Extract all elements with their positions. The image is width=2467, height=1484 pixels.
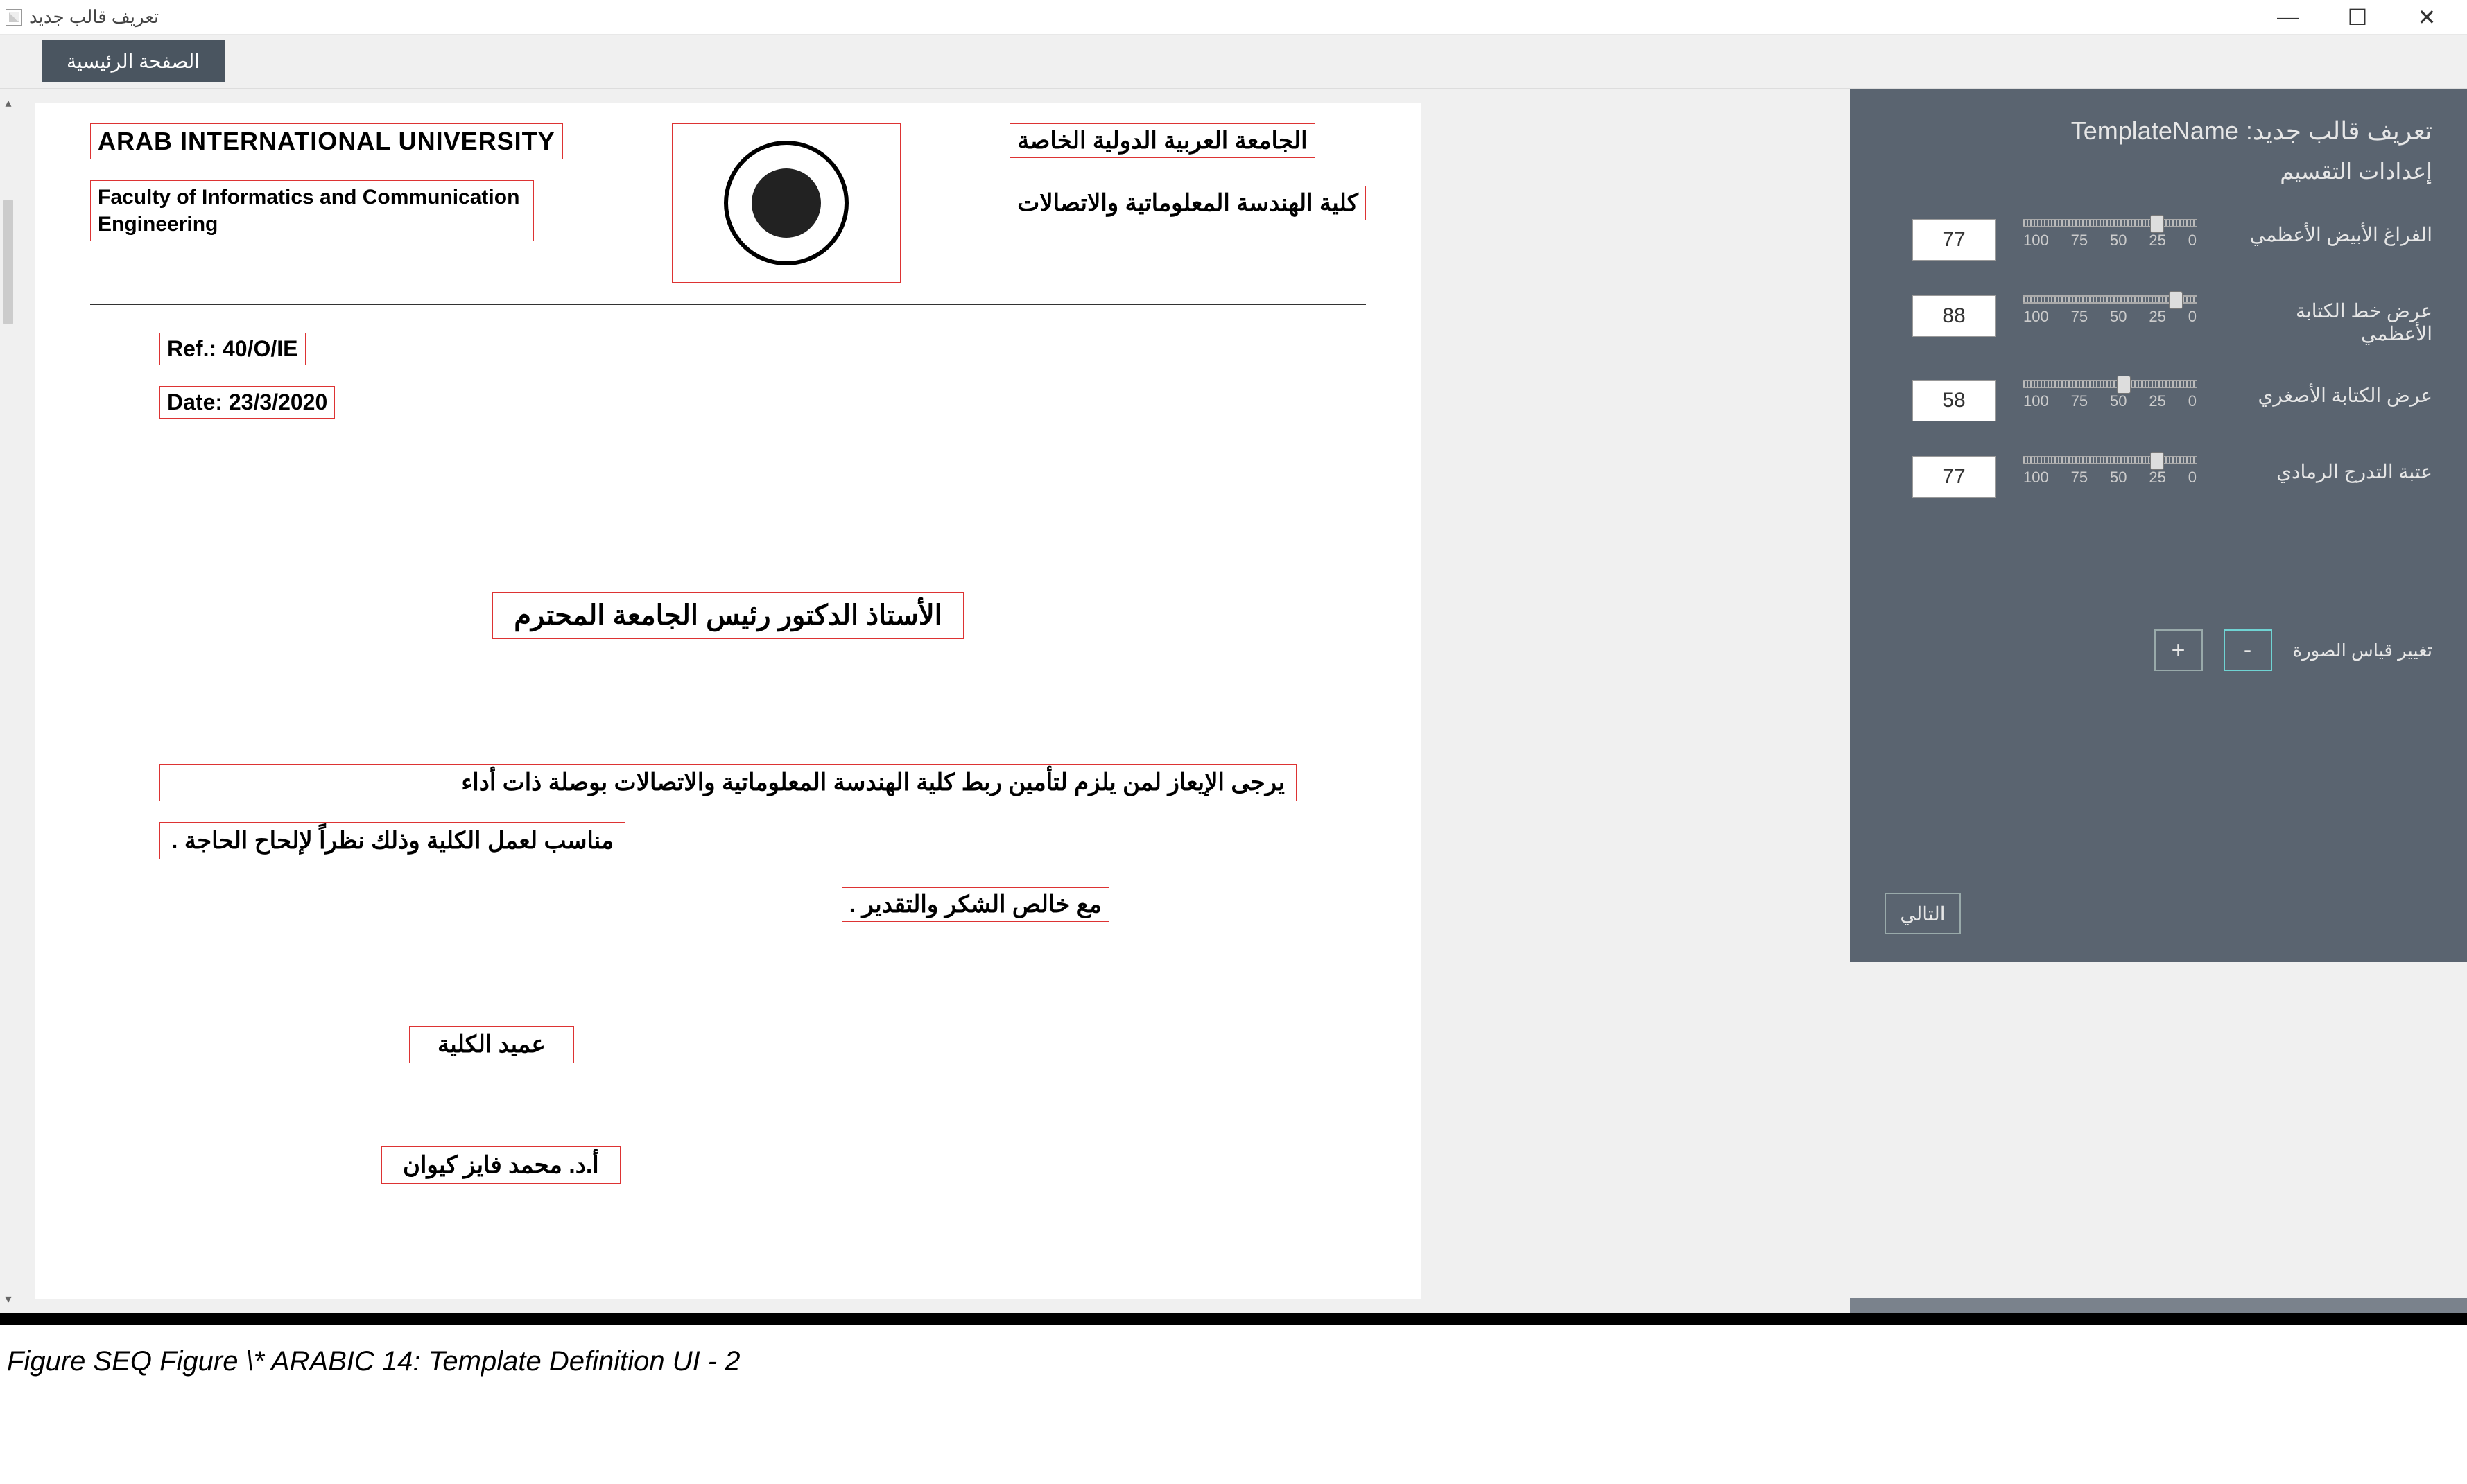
slider-label: عرض خط الكتابة الأعظمي (2224, 295, 2432, 345)
slider-row-max-whitespace: الفراغ الأبيض الأعظمي 0 25 50 75 100 77 (1885, 219, 2432, 261)
signer-name: أ.د. محمد فايز كيوان (381, 1146, 621, 1184)
vertical-scrollbar[interactable]: ▴ ▾ (1, 96, 15, 1306)
titlebar: تعريف قالب جديد — ☐ ✕ (0, 0, 2467, 35)
university-logo-icon (724, 141, 849, 265)
slider-value-input[interactable]: 88 (1912, 295, 1996, 337)
spacer-column (1441, 89, 1850, 1313)
close-button[interactable]: ✕ (2406, 3, 2448, 31)
date-field: Date: 23/3/2020 (159, 386, 335, 419)
slider-thumb[interactable] (2150, 215, 2164, 233)
slider-row-gray-threshold: عتبة التدرج الرمادي 0 25 50 75 100 77 (1885, 456, 2432, 498)
zoom-out-button[interactable]: - (2224, 629, 2272, 671)
signature-title: عميد الكلية (409, 1026, 574, 1063)
slider-ticks: 0 25 50 75 100 (2023, 232, 2197, 250)
slider-ticks: 0 25 50 75 100 (2023, 308, 2197, 326)
arabic-faculty-name: كلية الهندسة المعلوماتية والاتصالات (1010, 186, 1366, 220)
minimize-button[interactable]: — (2267, 3, 2309, 31)
english-faculty-name: Faculty of Informatics and Communication… (90, 180, 534, 241)
scroll-down-icon[interactable]: ▾ (1, 1292, 15, 1306)
image-scale-label: تغيير قياس الصورة (2293, 640, 2433, 661)
panel-title: تعريف قالب جديد: TemplateName (1885, 116, 2432, 146)
figure-divider (0, 1313, 2467, 1325)
scroll-up-icon[interactable]: ▴ (1, 96, 15, 110)
slider-label: عرض الكتابة الأصغري (2224, 380, 2432, 407)
segmentation-settings-label: إعدادات التقسيم (1885, 158, 2432, 184)
home-page-button[interactable]: الصفحة الرئيسية (42, 40, 225, 82)
maximize-button[interactable]: ☐ (2337, 3, 2378, 31)
slider-value-input[interactable]: 77 (1912, 219, 1996, 261)
app-icon (6, 9, 22, 26)
panel-horizontal-scrollbar[interactable] (1850, 1298, 2467, 1313)
slider-value-input[interactable]: 77 (1912, 456, 1996, 498)
slider-thumb[interactable] (2169, 291, 2183, 309)
main-area: ▴ ▾ ARAB INTERNATIONAL UNIVERSITY Facult… (0, 89, 2467, 1313)
figure-caption: Figure SEQ Figure \* ARABIC 14: Template… (0, 1325, 2467, 1398)
closing-text: مع خالص الشكر والتقدير . (842, 887, 1109, 922)
zoom-in-button[interactable]: + (2154, 629, 2203, 671)
slider-label: عتبة التدرج الرمادي (2224, 456, 2432, 483)
slider-value-input[interactable]: 58 (1912, 380, 1996, 421)
english-university-title: ARAB INTERNATIONAL UNIVERSITY (90, 123, 563, 159)
slider-thumb[interactable] (2150, 452, 2164, 470)
slider-ticks: 0 25 50 75 100 (2023, 392, 2197, 410)
slider-thumb[interactable] (2117, 376, 2131, 394)
slider-track[interactable] (2023, 380, 2197, 388)
body-line-1: يرجى الإيعاز لمن يلزم لتأمين ربط كلية ال… (159, 764, 1297, 801)
slider-ticks: 0 25 50 75 100 (2023, 469, 2197, 487)
slider-row-min-text-width: عرض الكتابة الأصغري 0 25 50 75 100 58 (1885, 380, 2432, 421)
slider-track[interactable] (2023, 295, 2197, 304)
scrollbar-thumb[interactable] (3, 200, 13, 324)
document-page: ARAB INTERNATIONAL UNIVERSITY Faculty of… (35, 103, 1421, 1299)
slider-label: الفراغ الأبيض الأعظمي (2224, 219, 2432, 246)
body-line-2: مناسب لعمل الكلية وذلك نظراً لإلحاح الحا… (159, 822, 625, 859)
university-logo-box (672, 123, 901, 283)
next-button[interactable]: التالي (1885, 893, 1961, 934)
image-scale-row: تغيير قياس الصورة - + (1885, 629, 2432, 671)
settings-panel: تعريف قالب جديد: TemplateName إعدادات ال… (1850, 89, 2467, 962)
arabic-university-title: الجامعة العربية الدولية الخاصة (1010, 123, 1315, 158)
window-title: تعريف قالب جديد (29, 6, 159, 28)
slider-row-max-line-width: عرض خط الكتابة الأعظمي 0 25 50 75 100 88 (1885, 295, 2432, 345)
slider-track[interactable] (2023, 456, 2197, 464)
toolbar: الصفحة الرئيسية (0, 35, 2467, 89)
salutation-text: الأستاذ الدكتور رئيس الجامعة المحترم (492, 592, 964, 639)
document-viewport[interactable]: ▴ ▾ ARAB INTERNATIONAL UNIVERSITY Facult… (0, 89, 1441, 1313)
slider-track[interactable] (2023, 219, 2197, 227)
reference-field: Ref.: 40/O/IE (159, 333, 306, 365)
